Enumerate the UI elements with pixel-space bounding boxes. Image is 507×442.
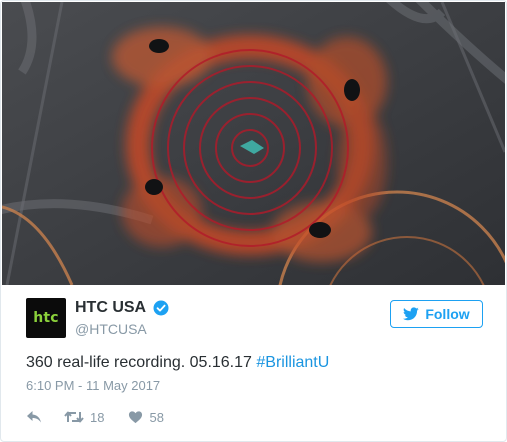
like-action[interactable]: 58 (128, 409, 164, 425)
tweet-media-image[interactable] (2, 2, 505, 285)
drone-aerial-smoke-circle-scene (2, 2, 505, 285)
htc-logo-text: htc (33, 310, 59, 326)
tweet-body: 360 real-life recording. 05.16.17 (26, 354, 252, 371)
follow-button-label: Follow (425, 306, 470, 322)
verified-badge-icon (153, 300, 169, 316)
tweet-text: 360 real-life recording. 05.16.17 #Brill… (26, 354, 329, 372)
follow-button[interactable]: Follow (390, 300, 483, 328)
like-count: 58 (149, 409, 164, 425)
author-handle[interactable]: @HTCUSA (75, 321, 147, 337)
retweet-action[interactable]: 18 (64, 410, 104, 425)
reply-icon (27, 411, 41, 423)
hashtag-link[interactable]: #BrilliantU (256, 354, 329, 371)
author-avatar[interactable]: htc (26, 298, 66, 338)
retweet-count: 18 (90, 409, 105, 425)
twitter-bird-icon (403, 307, 420, 321)
embedded-tweet-card: htc HTC USA @HTCUSA Follow 360 real-life… (0, 0, 507, 442)
heart-icon (129, 411, 143, 424)
retweet-icon (64, 411, 84, 423)
tweet-timestamp[interactable]: 6:10 PM - 11 May 2017 (26, 378, 160, 393)
author-display-name[interactable]: HTC USA (75, 299, 146, 317)
tweet-actions: 18 58 (26, 407, 164, 427)
reply-action[interactable] (26, 410, 42, 424)
